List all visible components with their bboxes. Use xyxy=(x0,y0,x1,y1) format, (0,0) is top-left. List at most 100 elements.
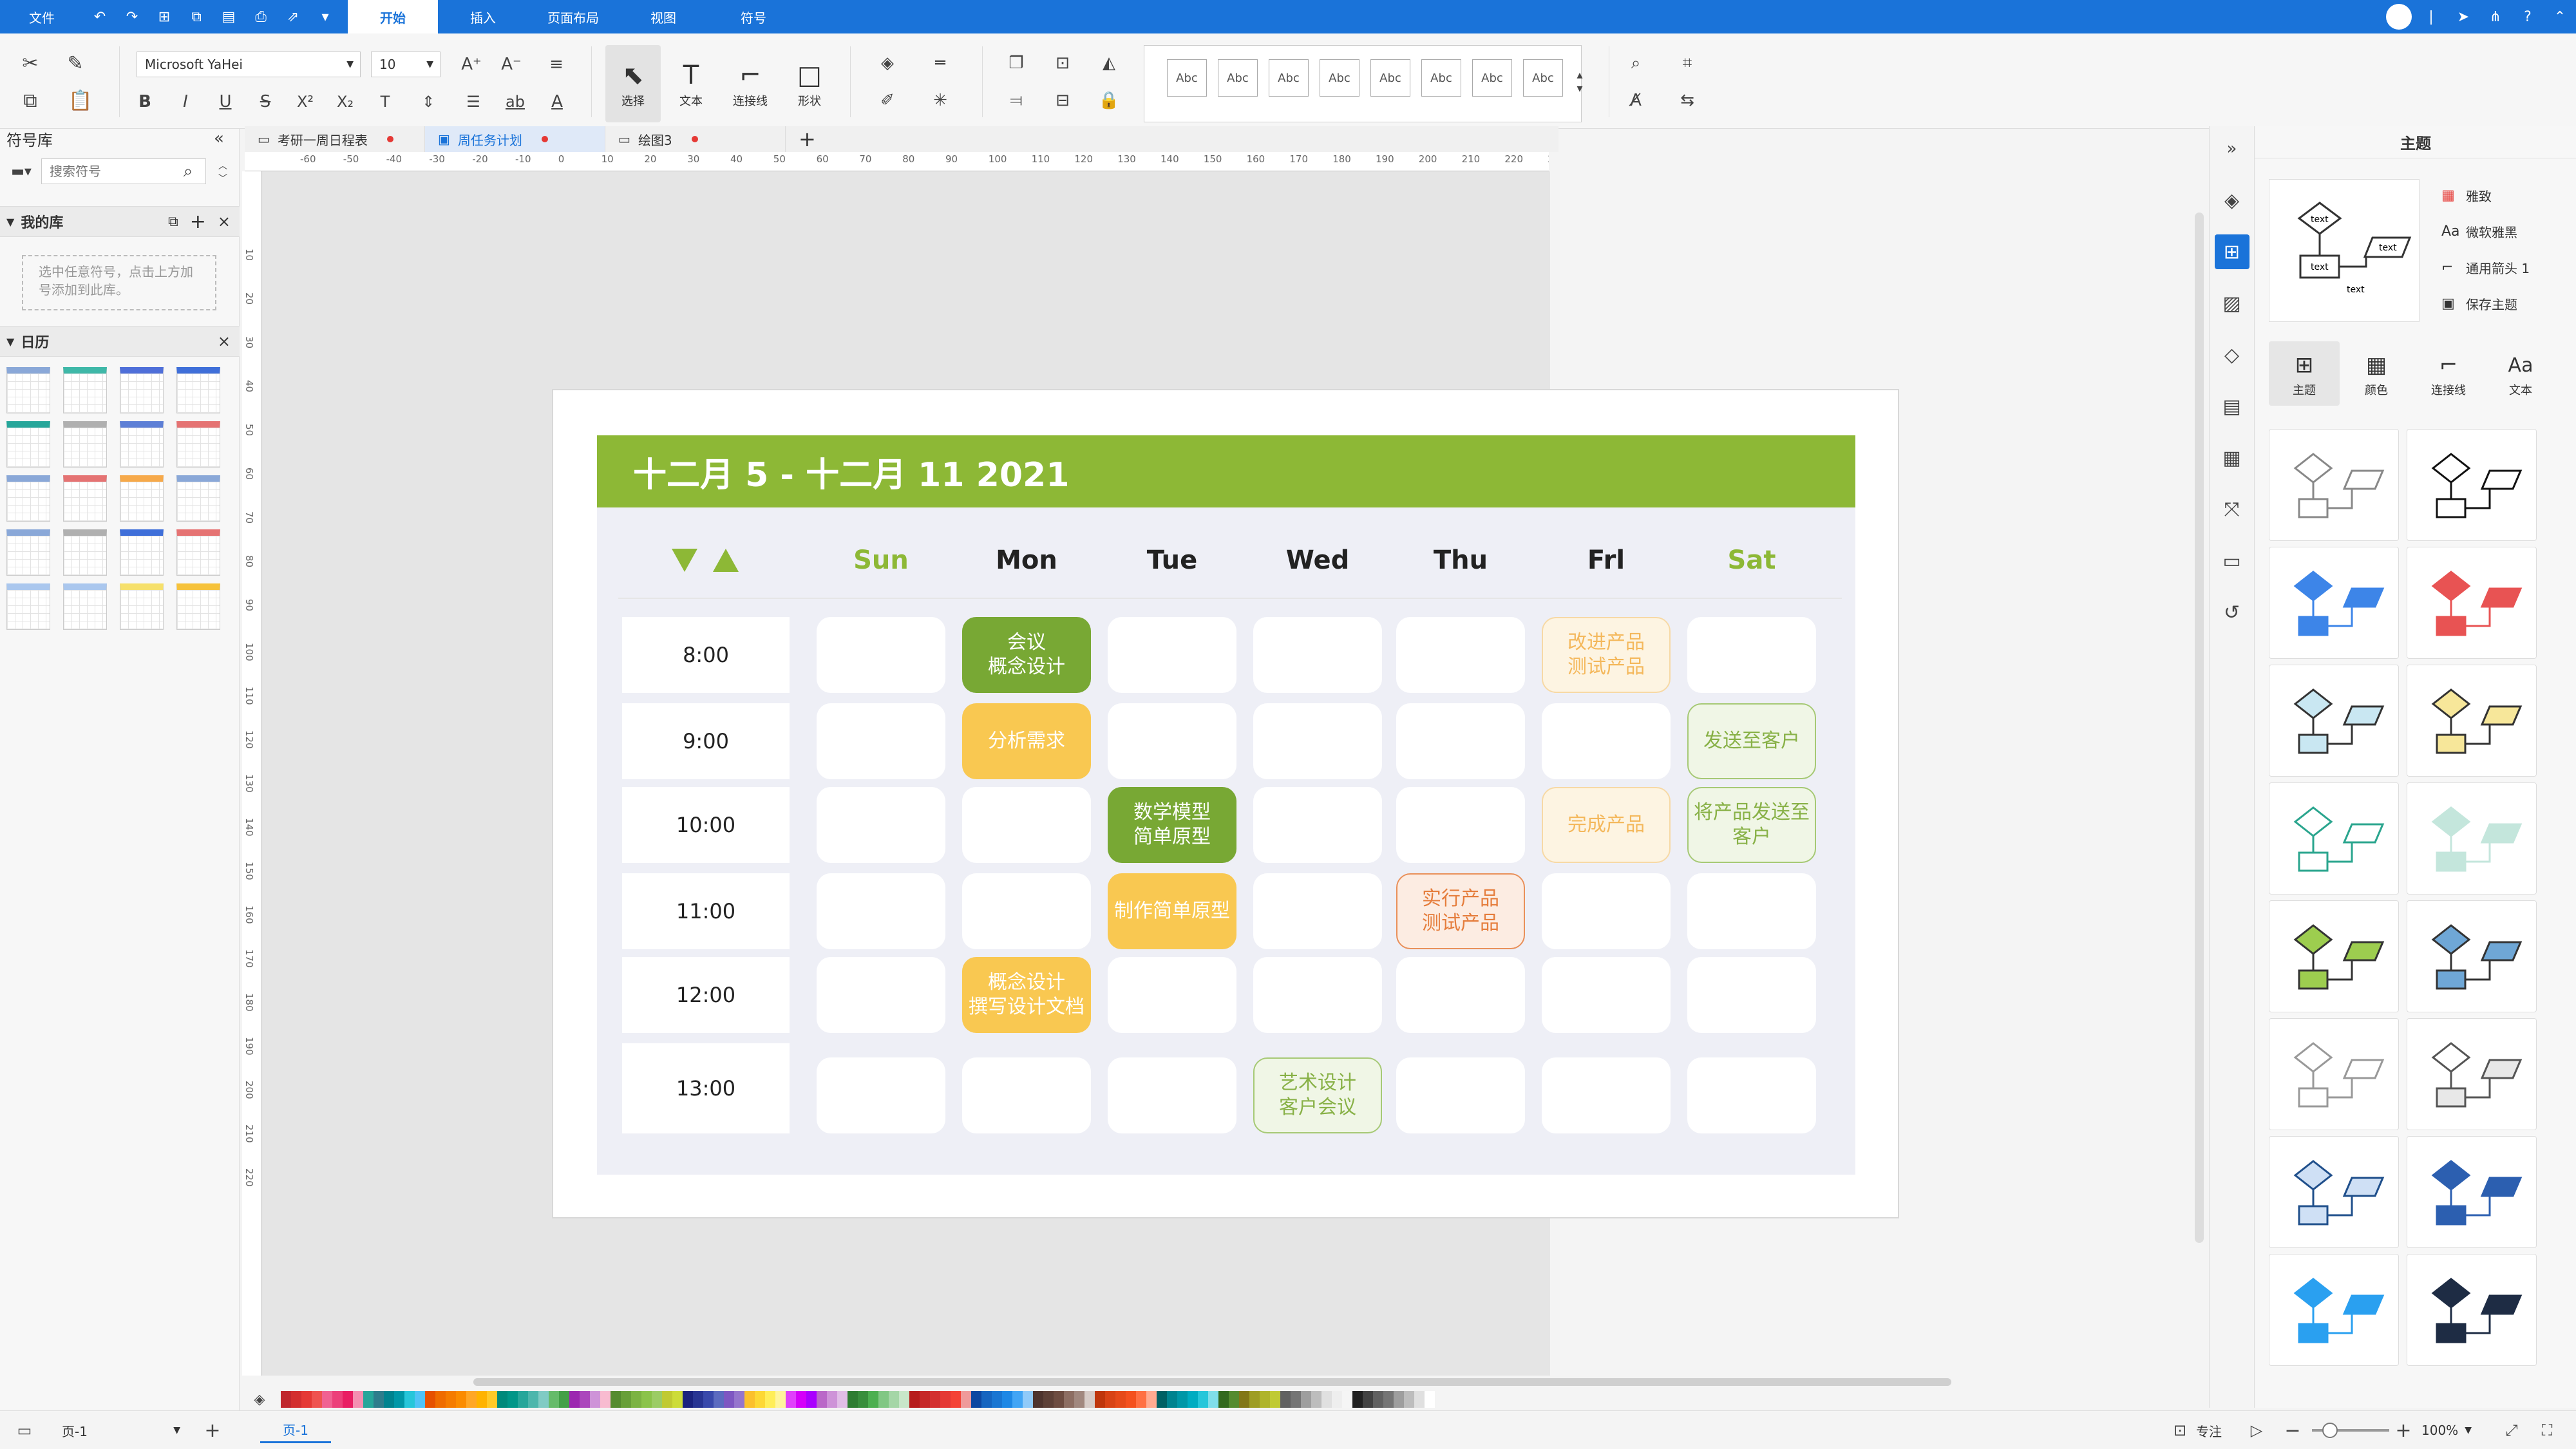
theme-swatch-16[interactable] xyxy=(2407,1254,2537,1366)
color-swatch[interactable] xyxy=(425,1391,435,1408)
calendar-symbol-9[interactable] xyxy=(6,475,50,522)
color-swatch[interactable] xyxy=(569,1391,580,1408)
cell-wed_13[interactable]: 艺术设计 客户会议 xyxy=(1253,1057,1382,1133)
color-swatch[interactable] xyxy=(837,1391,848,1408)
zoom-slider[interactable] xyxy=(2312,1423,2389,1438)
day-fri[interactable]: Frl xyxy=(1542,541,1671,580)
color-swatch[interactable] xyxy=(1002,1391,1012,1408)
close-icon[interactable]: × xyxy=(218,332,231,350)
fullscreen-icon[interactable]: ⛶ xyxy=(2534,1417,2560,1443)
help-icon[interactable]: ? xyxy=(2512,0,2544,33)
color-swatch[interactable] xyxy=(394,1391,404,1408)
text-format-icon[interactable]: T xyxy=(372,89,398,115)
color-swatch[interactable] xyxy=(1054,1391,1064,1408)
font-size-select[interactable]: 10 ▼ xyxy=(371,52,440,77)
text-tool-button[interactable]: T 文本 xyxy=(663,45,719,122)
color-swatch[interactable] xyxy=(889,1391,899,1408)
avatar[interactable] xyxy=(2383,0,2415,33)
tab-color[interactable]: ▦ 颜色 xyxy=(2341,341,2412,406)
crop-icon[interactable]: ⌗ xyxy=(1665,49,1710,77)
paste-icon[interactable]: 📋 xyxy=(61,86,100,115)
color-swatch[interactable] xyxy=(1012,1391,1023,1408)
import-icon[interactable]: ⧉ xyxy=(168,214,178,230)
time-13[interactable]: 13:00 xyxy=(622,1043,790,1133)
color-swatch[interactable] xyxy=(1342,1391,1352,1408)
style-2[interactable]: Abc xyxy=(1218,59,1258,97)
theme-swatch-2[interactable] xyxy=(2407,429,2537,541)
theme-swatch-6[interactable] xyxy=(2407,665,2537,777)
color-swatch[interactable] xyxy=(1115,1391,1126,1408)
collapse-ribbon-icon[interactable]: ⌃ xyxy=(2544,0,2576,33)
undo-icon[interactable]: ↶ xyxy=(84,0,116,33)
doc-tab-2[interactable]: ▣ 周任务计划 xyxy=(425,126,605,152)
cell-tue_13[interactable] xyxy=(1108,1057,1236,1133)
color-swatch[interactable] xyxy=(703,1391,714,1408)
close-icon[interactable]: × xyxy=(218,213,231,231)
color-swatch[interactable] xyxy=(528,1391,538,1408)
size-icon[interactable]: ⊡ xyxy=(1045,49,1081,77)
library-menu-icon[interactable]: ▬▾ xyxy=(6,160,36,183)
cell-fri_13[interactable] xyxy=(1542,1057,1671,1133)
cell-mon_8[interactable]: 会议 概念设计 xyxy=(962,617,1091,693)
add-tab-icon[interactable]: + xyxy=(786,126,829,152)
color-swatch[interactable] xyxy=(1136,1391,1146,1408)
theme-swatch-5[interactable] xyxy=(2269,665,2399,777)
tab-connector[interactable]: ⌐ 连接线 xyxy=(2413,341,2484,406)
cell-wed_10[interactable] xyxy=(1253,787,1382,863)
cell-sat_12[interactable] xyxy=(1687,957,1816,1033)
tab-start[interactable]: 开始 xyxy=(348,0,438,33)
cell-tue_8[interactable] xyxy=(1108,617,1236,693)
time-11[interactable]: 11:00 xyxy=(622,873,790,949)
color-swatch[interactable] xyxy=(384,1391,394,1408)
fit-page-icon[interactable]: ⤢ xyxy=(2499,1417,2524,1443)
play-icon[interactable]: ▷ xyxy=(2244,1417,2269,1443)
tab-insert[interactable]: 插入 xyxy=(438,0,528,33)
bullets-icon[interactable]: ☰ xyxy=(457,89,489,115)
style-6[interactable]: Abc xyxy=(1421,59,1461,97)
cell-sun_11[interactable] xyxy=(817,873,945,949)
color-swatch[interactable] xyxy=(806,1391,817,1408)
cell-tue_9[interactable] xyxy=(1108,703,1236,779)
line-color-icon[interactable]: ✐ xyxy=(869,86,905,115)
calendar-symbol-10[interactable] xyxy=(63,475,107,522)
color-swatch[interactable] xyxy=(477,1391,487,1408)
presentation-icon[interactable]: ▭ xyxy=(2215,544,2249,578)
spell-check-icon[interactable]: A̸ xyxy=(1620,86,1652,115)
color-swatch[interactable] xyxy=(1146,1391,1157,1408)
color-swatch[interactable] xyxy=(518,1391,528,1408)
tab-text[interactable]: Aa 文本 xyxy=(2485,341,2556,406)
calendar-symbol-11[interactable] xyxy=(120,475,164,522)
color-swatch[interactable] xyxy=(868,1391,878,1408)
cell-tue_12[interactable] xyxy=(1108,957,1236,1033)
color-swatch[interactable] xyxy=(1033,1391,1043,1408)
fill-bucket-icon[interactable]: ◈ xyxy=(2215,183,2249,218)
color-swatch[interactable] xyxy=(466,1391,477,1408)
theme-swatch-11[interactable] xyxy=(2269,1018,2399,1130)
calendar-section-header[interactable]: ▼ 日历 × xyxy=(0,326,240,357)
color-swatch[interactable] xyxy=(1332,1391,1342,1408)
calendar-symbol-20[interactable] xyxy=(176,583,220,630)
color-swatch[interactable] xyxy=(693,1391,703,1408)
color-swatch[interactable] xyxy=(301,1391,312,1408)
subscript-icon[interactable]: X₂ xyxy=(332,89,358,115)
color-swatch[interactable] xyxy=(1084,1391,1095,1408)
open-icon[interactable]: ⧉ xyxy=(180,0,213,33)
distribute-icon[interactable]: ⊟ xyxy=(1045,86,1081,115)
color-swatch[interactable] xyxy=(724,1391,734,1408)
calendar-symbol-6[interactable] xyxy=(63,421,107,468)
format-painter-icon[interactable]: ✎ xyxy=(61,49,90,77)
day-sun[interactable]: Sun xyxy=(817,541,945,580)
color-swatch[interactable] xyxy=(652,1391,662,1408)
color-swatch[interactable] xyxy=(1383,1391,1394,1408)
color-swatch[interactable] xyxy=(611,1391,621,1408)
color-swatch[interactable] xyxy=(775,1391,786,1408)
color-swatch[interactable] xyxy=(920,1391,930,1408)
color-swatch[interactable] xyxy=(322,1391,332,1408)
color-swatch[interactable] xyxy=(291,1391,301,1408)
cell-thu_8[interactable] xyxy=(1396,617,1525,693)
zoom-in-icon[interactable]: + xyxy=(2391,1417,2416,1443)
page-layout-icon[interactable]: ▭ xyxy=(12,1417,37,1443)
color-swatch[interactable] xyxy=(981,1391,992,1408)
color-swatch[interactable] xyxy=(404,1391,415,1408)
calendar-symbol-2[interactable] xyxy=(63,367,107,413)
